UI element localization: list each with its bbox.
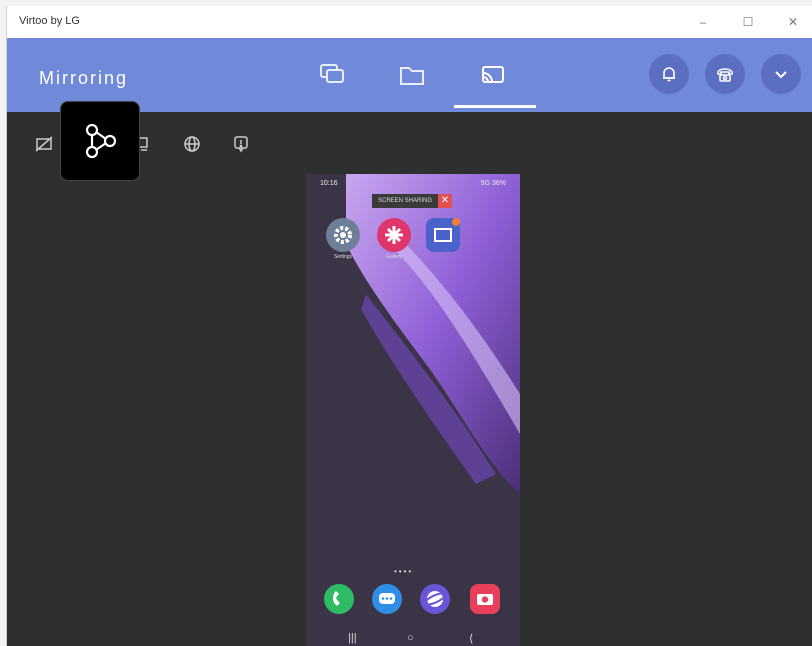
feedback-icon[interactable] <box>231 134 251 154</box>
share-icon <box>85 123 117 159</box>
gallery-app-icon[interactable] <box>377 218 411 252</box>
chat-tab-icon[interactable] <box>317 60 347 90</box>
app-label: Gallery <box>386 254 402 260</box>
page-indicator: •••• <box>394 567 414 576</box>
app-label: Settings <box>333 254 353 260</box>
browser-app-icon[interactable] <box>420 584 450 614</box>
settings-app-icon[interactable] <box>326 218 360 252</box>
telephone-icon <box>717 68 733 82</box>
stop-mirroring-icon[interactable] <box>34 134 54 154</box>
bell-icon <box>663 67 675 82</box>
recent-apps-button[interactable]: ||| <box>348 632 357 644</box>
maximize-button[interactable]: ☐ <box>733 10 763 34</box>
title-bar: Virtoo by LG – ☐ ✕ <box>7 6 812 38</box>
minimize-button[interactable]: – <box>688 10 718 34</box>
stop-sharing-button[interactable]: ✕ <box>438 194 452 208</box>
window-title: Virtoo by LG <box>19 15 80 27</box>
chevron-down-icon <box>775 71 787 79</box>
app-window: Virtoo by LG – ☐ ✕ Mirroring 10:16 5G 36… <box>6 6 812 646</box>
camera-app-icon[interactable] <box>470 584 500 614</box>
active-tab-indicator <box>454 105 536 108</box>
back-button[interactable]: ⟨ <box>469 632 473 645</box>
call-button[interactable] <box>705 54 745 94</box>
expand-button[interactable] <box>761 54 801 94</box>
messages-app-icon[interactable] <box>372 584 402 614</box>
mirroring-tab-icon[interactable] <box>478 60 508 90</box>
phone-screen[interactable]: 10:16 5G 36% SCREEN SHARING ✕ Settings G… <box>306 174 520 646</box>
notifications-button[interactable] <box>649 54 689 94</box>
close-button[interactable]: ✕ <box>778 10 808 34</box>
status-indicators: 5G 36% <box>480 180 506 187</box>
page-title: Mirroring <box>39 68 129 88</box>
phone-app-icon[interactable] <box>324 584 354 614</box>
folder-tab-icon[interactable] <box>397 60 427 90</box>
globe-icon[interactable] <box>182 134 202 154</box>
share-button[interactable] <box>60 101 140 181</box>
home-button[interactable]: ○ <box>407 632 414 644</box>
status-time: 10:16 <box>320 180 338 187</box>
screen-sharing-banner: SCREEN SHARING <box>372 194 439 208</box>
screen-recorder-app-icon[interactable] <box>426 218 460 252</box>
